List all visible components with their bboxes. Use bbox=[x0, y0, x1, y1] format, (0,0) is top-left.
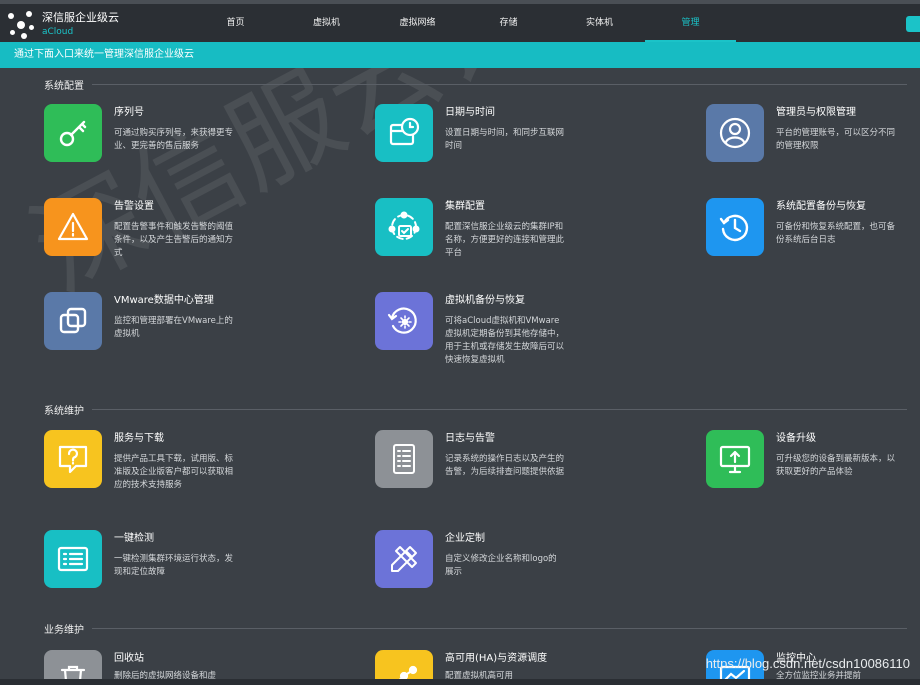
card-desc: 设置日期与时间，和同步互联网时间 bbox=[445, 128, 565, 151]
app-logo[interactable]: 深信服企业级云 aCloud bbox=[6, 10, 119, 40]
nav-management[interactable]: 管理 bbox=[645, 4, 736, 42]
card-admin[interactable]: 管理员与权限管理 平台的管理账号，可以区分不同的管理权限 bbox=[706, 104, 896, 162]
section-divider bbox=[92, 409, 907, 410]
card-title: 告警设置 bbox=[114, 201, 154, 212]
monitor-upload-icon bbox=[706, 430, 764, 488]
backup-icon bbox=[375, 292, 433, 350]
warning-icon bbox=[44, 198, 102, 256]
clock-calendar-icon bbox=[375, 104, 433, 162]
card-title: 序列号 bbox=[114, 107, 144, 118]
source-url-watermark: https://blog.csdn.net/csdn10086110 bbox=[705, 656, 910, 671]
card-alarm[interactable]: 告警设置 配置告警事件和触发告警的阈值条件，以及产生告警后的通知方式 bbox=[44, 198, 234, 260]
card-title: 集群配置 bbox=[445, 201, 485, 212]
card-title: 日志与告警 bbox=[445, 433, 495, 444]
card-backup[interactable]: 系统配置备份与恢复 可备份和恢复系统配置，也可备份系统后台日志 bbox=[706, 198, 896, 256]
info-banner: 通过下面入口来统一管理深信服企业级云 bbox=[0, 42, 920, 68]
cluster-icon bbox=[375, 198, 433, 256]
card-desc: 记录系统的操作日志以及产生的告警，为后续排查问题提供依据 bbox=[445, 454, 565, 477]
card-service[interactable]: 服务与下载 提供产品工具下载，试用版、标准版及企业版客户都可以获取相应的技术支持… bbox=[44, 430, 234, 492]
card-desc: 监控和管理部署在VMware上的虚拟机 bbox=[114, 316, 233, 339]
card-desc: 一键检测集群环境运行状态，发现和定位故障 bbox=[114, 554, 234, 577]
restore-icon bbox=[706, 198, 764, 256]
section-divider bbox=[92, 84, 907, 85]
card-desc: 可通过购买序列号，来获得更专业、更完善的售后服务 bbox=[114, 128, 234, 151]
card-vmbackup[interactable]: 虚拟机备份与恢复 可将aCloud虚拟机和VMware虚拟机定期备份到其他存储中… bbox=[375, 292, 565, 367]
card-custom[interactable]: 企业定制 自定义修改企业名称和logo的展示 bbox=[375, 530, 565, 588]
logo-mark-icon bbox=[6, 10, 36, 40]
card-desc: 自定义修改企业名称和logo的展示 bbox=[445, 554, 557, 577]
card-desc: 可备份和恢复系统配置，也可备份系统后台日志 bbox=[776, 222, 896, 245]
help-icon bbox=[44, 430, 102, 488]
top-navigation-bar: 深信服企业级云 aCloud 首页 虚拟机 虚拟网络 存储 实体机 管理 bbox=[0, 0, 920, 42]
card-desc: 配置告警事件和触发告警的阈值条件，以及产生告警后的通知方式 bbox=[114, 222, 234, 258]
card-serial[interactable]: 序列号 可通过购买序列号，来获得更专业、更完善的售后服务 bbox=[44, 104, 234, 162]
nav-host[interactable]: 实体机 bbox=[554, 4, 645, 42]
card-title: VMware数据中心管理 bbox=[114, 295, 214, 306]
copy-icon bbox=[44, 292, 102, 350]
card-title: 虚拟机备份与恢复 bbox=[445, 295, 525, 306]
card-title: 设备升级 bbox=[776, 433, 816, 444]
card-title: 日期与时间 bbox=[445, 107, 495, 118]
user-menu-icon[interactable] bbox=[906, 16, 920, 32]
nav-home[interactable]: 首页 bbox=[190, 4, 281, 42]
card-upgrade[interactable]: 设备升级 可升级您的设备到最新版本，以获取更好的产品体验 bbox=[706, 430, 896, 488]
card-title: 系统配置备份与恢复 bbox=[776, 201, 866, 212]
checklist-icon bbox=[44, 530, 102, 588]
card-desc: 提供产品工具下载，试用版、标准版及企业版客户都可以获取相应的技术支持服务 bbox=[114, 454, 234, 490]
section-title-maintenance: 系统维护 bbox=[44, 406, 84, 417]
card-title: 高可用(HA)与资源调度 bbox=[445, 653, 548, 664]
card-cluster[interactable]: 集群配置 配置深信服企业级云的集群IP和名称，方便更好的连接和管理此平台 bbox=[375, 198, 565, 260]
card-title: 服务与下载 bbox=[114, 433, 164, 444]
section-title-config: 系统配置 bbox=[44, 81, 84, 92]
key-icon bbox=[44, 104, 102, 162]
card-title: 企业定制 bbox=[445, 533, 485, 544]
section-divider bbox=[92, 628, 907, 629]
card-title: 一键检测 bbox=[114, 533, 154, 544]
nav-vm[interactable]: 虚拟机 bbox=[281, 4, 372, 42]
main-nav: 首页 虚拟机 虚拟网络 存储 实体机 管理 bbox=[190, 4, 736, 42]
design-tools-icon bbox=[375, 530, 433, 588]
card-desc: 配置深信服企业级云的集群IP和名称，方便更好的连接和管理此平台 bbox=[445, 222, 565, 258]
card-title: 回收站 bbox=[114, 653, 144, 664]
bottom-border bbox=[0, 679, 920, 685]
document-icon bbox=[375, 430, 433, 488]
card-check[interactable]: 一键检测 一键检测集群环境运行状态，发现和定位故障 bbox=[44, 530, 234, 588]
app-subtitle: aCloud bbox=[42, 27, 74, 37]
section-title-business: 业务维护 bbox=[44, 625, 84, 636]
card-datetime[interactable]: 日期与时间 设置日期与时间，和同步互联网时间 bbox=[375, 104, 565, 162]
card-desc: 平台的管理账号，可以区分不同的管理权限 bbox=[776, 128, 896, 151]
card-logs[interactable]: 日志与告警 记录系统的操作日志以及产生的告警，为后续排查问题提供依据 bbox=[375, 430, 565, 488]
user-icon bbox=[706, 104, 764, 162]
card-desc: 可将aCloud虚拟机和VMware虚拟机定期备份到其他存储中，用于主机或存储发… bbox=[445, 316, 565, 365]
card-title: 管理员与权限管理 bbox=[776, 107, 856, 118]
card-vmware[interactable]: VMware数据中心管理 监控和管理部署在VMware上的虚拟机 bbox=[44, 292, 234, 350]
nav-storage[interactable]: 存储 bbox=[463, 4, 554, 42]
nav-network[interactable]: 虚拟网络 bbox=[372, 4, 463, 42]
app-title: 深信服企业级云 bbox=[42, 11, 119, 24]
card-desc: 可升级您的设备到最新版本，以获取更好的产品体验 bbox=[776, 454, 896, 477]
